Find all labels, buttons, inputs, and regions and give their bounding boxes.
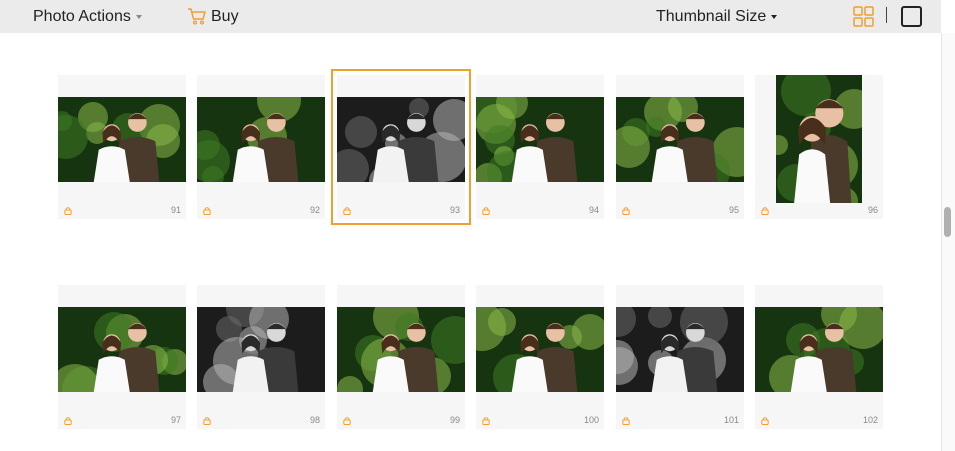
photo-number: 100 — [583, 415, 599, 425]
photo-thumbnail[interactable] — [616, 97, 744, 182]
photo-tile-92[interactable]: 92 — [197, 75, 325, 219]
photo-tile-98[interactable]: 98 — [197, 285, 325, 429]
buy-button[interactable]: Buy — [187, 0, 239, 33]
photo-tile-97[interactable]: 97 — [58, 285, 186, 429]
lock-icon — [343, 417, 351, 425]
lock-icon — [622, 417, 630, 425]
photo-number: 94 — [588, 205, 599, 215]
photo-tile-93[interactable]: 93 — [331, 69, 471, 225]
photo-actions-label: Photo Actions — [33, 8, 131, 25]
lock-icon — [64, 417, 72, 425]
photo-thumbnail[interactable] — [197, 307, 325, 392]
lock-icon — [622, 207, 630, 215]
lock-icon — [64, 207, 72, 215]
scrollbar-track[interactable] — [941, 33, 955, 451]
lock-icon — [343, 207, 351, 215]
photo-tile-102[interactable]: 102 — [755, 285, 883, 429]
photo-number: 91 — [170, 205, 181, 215]
photo-thumbnail[interactable] — [476, 307, 604, 392]
lock-icon — [482, 207, 490, 215]
photo-thumbnail[interactable] — [58, 97, 186, 182]
lock-icon — [203, 207, 211, 215]
photo-number: 96 — [867, 205, 878, 215]
scrollbar-thumb[interactable] — [944, 207, 951, 237]
chevron-down-icon — [771, 14, 778, 19]
photo-thumbnail[interactable] — [197, 97, 325, 182]
cart-icon — [188, 8, 206, 25]
photo-thumbnail[interactable] — [337, 307, 465, 392]
photo-tile-94[interactable]: 94 — [476, 75, 604, 219]
grid-view-icon[interactable] — [853, 6, 874, 27]
photo-thumbnail[interactable] — [616, 307, 744, 392]
buy-label: Buy — [211, 8, 239, 25]
photo-thumbnail[interactable] — [776, 75, 862, 203]
photo-number: 98 — [309, 415, 320, 425]
photo-number: 102 — [862, 415, 878, 425]
lock-icon — [761, 207, 769, 215]
photo-number: 93 — [449, 205, 460, 215]
photo-thumbnail[interactable] — [58, 307, 186, 392]
photo-tile-95[interactable]: 95 — [616, 75, 744, 219]
thumbnail-size-label: Thumbnail Size — [656, 8, 767, 25]
photo-number: 97 — [170, 415, 181, 425]
toolbar: Photo Actions Buy Thumbnail Size — [0, 0, 941, 33]
lock-icon — [482, 417, 490, 425]
photo-tile-96[interactable]: 96 — [755, 75, 883, 219]
photo-number: 101 — [723, 415, 739, 425]
photo-tile-100[interactable]: 100 — [476, 285, 604, 429]
photo-number: 92 — [309, 205, 320, 215]
photo-tile-99[interactable]: 99 — [337, 285, 465, 429]
photo-number: 99 — [449, 415, 460, 425]
photo-actions-dropdown[interactable]: Photo Actions — [33, 0, 142, 33]
photo-thumbnail[interactable] — [337, 97, 465, 182]
photo-tile-101[interactable]: 101 — [616, 285, 744, 429]
photo-number: 95 — [728, 205, 739, 215]
chevron-down-icon — [135, 14, 142, 19]
view-divider — [886, 7, 887, 23]
photo-thumbnail[interactable] — [476, 97, 604, 182]
lock-icon — [761, 417, 769, 425]
lock-icon — [203, 417, 211, 425]
single-view-icon[interactable] — [901, 6, 922, 27]
photo-tile-91[interactable]: 91 — [58, 75, 186, 219]
photo-thumbnail[interactable] — [755, 307, 883, 392]
thumbnail-size-dropdown[interactable]: Thumbnail Size — [656, 0, 778, 33]
